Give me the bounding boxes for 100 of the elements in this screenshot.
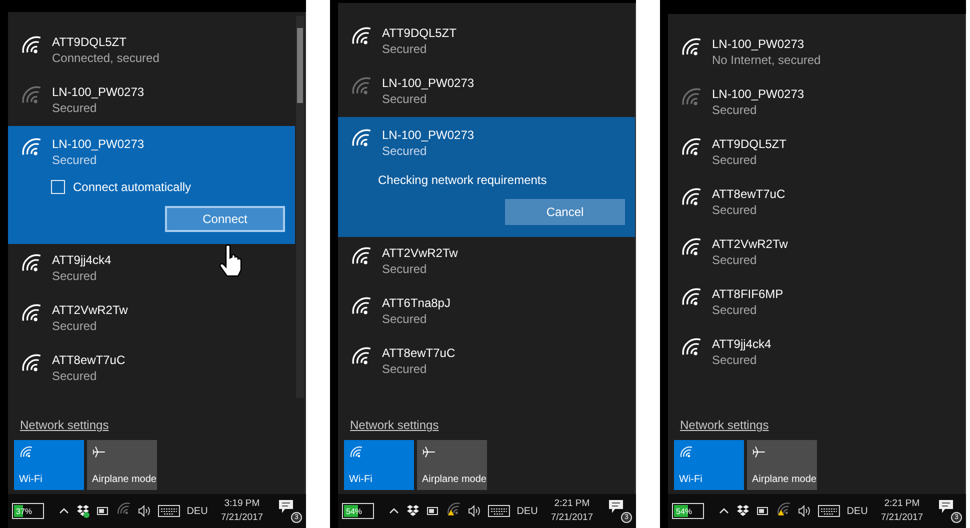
network-name: LN-100_PW0273 (712, 36, 806, 52)
network-item[interactable]: ATT2VwR2Tw Secured (338, 237, 635, 287)
wifi-icon (350, 25, 372, 47)
network-item[interactable]: ATT2VwR2Tw Secured (8, 294, 295, 344)
wifi-icon (680, 286, 702, 308)
wifi-icon (20, 34, 42, 56)
keyboard-icon[interactable] (818, 505, 840, 517)
network-name: LN-100_PW0273 (382, 75, 474, 91)
network-item[interactable]: LN-100_PW0273 No Internet, secured (668, 28, 965, 78)
network-item[interactable]: ATT8ewT7uC Secured (8, 344, 295, 394)
network-name: ATT9jj4ck4 (52, 252, 112, 268)
airplane-mode-tile[interactable]: Airplane mode (417, 440, 487, 490)
wifi-tile[interactable]: Wi-Fi (344, 440, 414, 490)
network-name: ATT9jj4ck4 (712, 336, 772, 352)
checkbox-label: Connect automatically (73, 180, 192, 194)
network-status: Secured (382, 143, 428, 159)
network-item[interactable]: ATT9DQL5ZT Connected, secured (8, 26, 295, 76)
network-status: Secured (712, 152, 758, 168)
wifi-tile[interactable]: Wi-Fi (674, 440, 744, 490)
wifi-icon (680, 36, 702, 58)
dropbox-icon[interactable] (76, 504, 90, 518)
airplane-mode-tile[interactable]: Airplane mode (747, 440, 817, 490)
network-item[interactable]: ATT9jj4ck4 Secured (8, 244, 295, 294)
airplane-icon (422, 445, 436, 459)
network-item[interactable]: ATT9DQL5ZT Secured (668, 128, 965, 178)
network-status: Secured (712, 352, 758, 368)
connect-button[interactable]: Connect (165, 206, 285, 232)
wifi-icon (680, 136, 702, 158)
clock-time[interactable]: 2:21 PM (554, 497, 590, 511)
wifi-warning-icon (776, 501, 791, 516)
keyboard-icon[interactable] (158, 505, 180, 517)
wifi-icon (350, 295, 372, 317)
network-item[interactable]: ATT8ewT7uC Secured (668, 178, 965, 228)
speaker-icon[interactable] (468, 505, 481, 517)
clock-date[interactable]: 7/21/2017 (880, 511, 924, 525)
network-status: Secured (52, 368, 98, 384)
chevron-up-icon[interactable] (718, 506, 729, 516)
network-item[interactable]: ATT9DQL5ZT Secured (338, 17, 635, 67)
network-name: LN-100_PW0273 (382, 127, 474, 143)
network-item[interactable]: LN-100_PW0273 Secured (8, 76, 295, 126)
airplane-mode-tile[interactable]: Airplane mode (87, 440, 157, 490)
network-item-selected[interactable]: LN-100_PW0273 Secured Checking network requirements Cancel (338, 117, 635, 237)
network-status: Secured (52, 100, 98, 116)
language-indicator[interactable]: DEU (846, 506, 868, 516)
network-item[interactable]: LN-100_PW0273 Secured (338, 67, 635, 117)
cancel-button[interactable]: Cancel (505, 199, 625, 225)
wifi-icon (20, 136, 42, 158)
network-status: Secured (382, 261, 428, 277)
network-settings-link[interactable]: Network settings (680, 418, 769, 432)
network-item[interactable]: ATT8FIF6MP Secured (668, 278, 965, 328)
clock-time[interactable]: 3:19 PM (224, 497, 260, 511)
notification-icon[interactable] (278, 499, 294, 514)
network-name: ATT6Tna8pJ (382, 295, 450, 311)
speaker-icon[interactable] (138, 505, 151, 517)
language-indicator[interactable]: DEU (186, 506, 208, 516)
network-item[interactable]: ATT6Tna8pJ Secured (338, 287, 635, 337)
network-status: Secured (712, 202, 758, 218)
network-status: Secured (712, 102, 758, 118)
speaker-icon[interactable] (798, 505, 811, 517)
network-item[interactable]: ATT2VwR2Tw Secured (668, 228, 965, 278)
battery-icon[interactable] (426, 507, 439, 515)
scrollbar[interactable] (296, 16, 304, 398)
network-settings-link[interactable]: Network settings (350, 418, 439, 432)
keyboard-icon[interactable] (488, 505, 510, 517)
checkbox[interactable] (51, 180, 65, 194)
wifi-tile[interactable]: Wi-Fi (14, 440, 84, 490)
network-name: ATT8ewT7uC (712, 186, 786, 202)
battery-icon[interactable] (756, 507, 769, 515)
dropbox-icon[interactable] (736, 504, 750, 518)
wifi-icon (350, 75, 372, 97)
notification-icon[interactable] (938, 499, 954, 514)
network-name: ATT8FIF6MP (712, 286, 784, 302)
dropbox-icon[interactable] (406, 504, 420, 518)
language-indicator[interactable]: DEU (516, 506, 538, 516)
wifi-icon (350, 245, 372, 267)
network-item[interactable]: LN-100_PW0273 Secured (668, 78, 965, 128)
clock-date[interactable]: 7/21/2017 (550, 511, 594, 525)
chevron-up-icon[interactable] (388, 506, 399, 516)
network-settings-link[interactable]: Network settings (20, 418, 109, 432)
wifi-icon (116, 501, 131, 516)
clock-time[interactable]: 2:21 PM (884, 497, 920, 511)
battery-icon[interactable] (96, 507, 109, 515)
network-name: LN-100_PW0273 (52, 136, 144, 152)
notification-icon[interactable] (608, 499, 624, 514)
network-item[interactable]: ATT8ewT7uC Secured (338, 337, 635, 387)
network-name: ATT9DQL5ZT (52, 34, 128, 50)
network-name: ATT9DQL5ZT (382, 25, 456, 41)
wifi-warning-icon (446, 501, 461, 516)
wifi-icon (680, 86, 702, 108)
clock-date[interactable]: 7/21/2017 (220, 511, 264, 525)
network-name: ATT9DQL5ZT (712, 136, 786, 152)
wifi-icon (20, 302, 42, 324)
progress-message: Checking network requirements (378, 173, 548, 187)
network-status: Secured (52, 318, 98, 334)
network-name: ATT2VwR2Tw (712, 236, 788, 252)
wifi-icon (680, 336, 702, 358)
network-item[interactable]: ATT9jj4ck4 Secured (668, 328, 965, 378)
chevron-up-icon[interactable] (58, 506, 69, 516)
wifi-icon (680, 236, 702, 258)
network-item-selected[interactable]: LN-100_PW0273 Secured Connect automatically Connect (8, 126, 295, 244)
